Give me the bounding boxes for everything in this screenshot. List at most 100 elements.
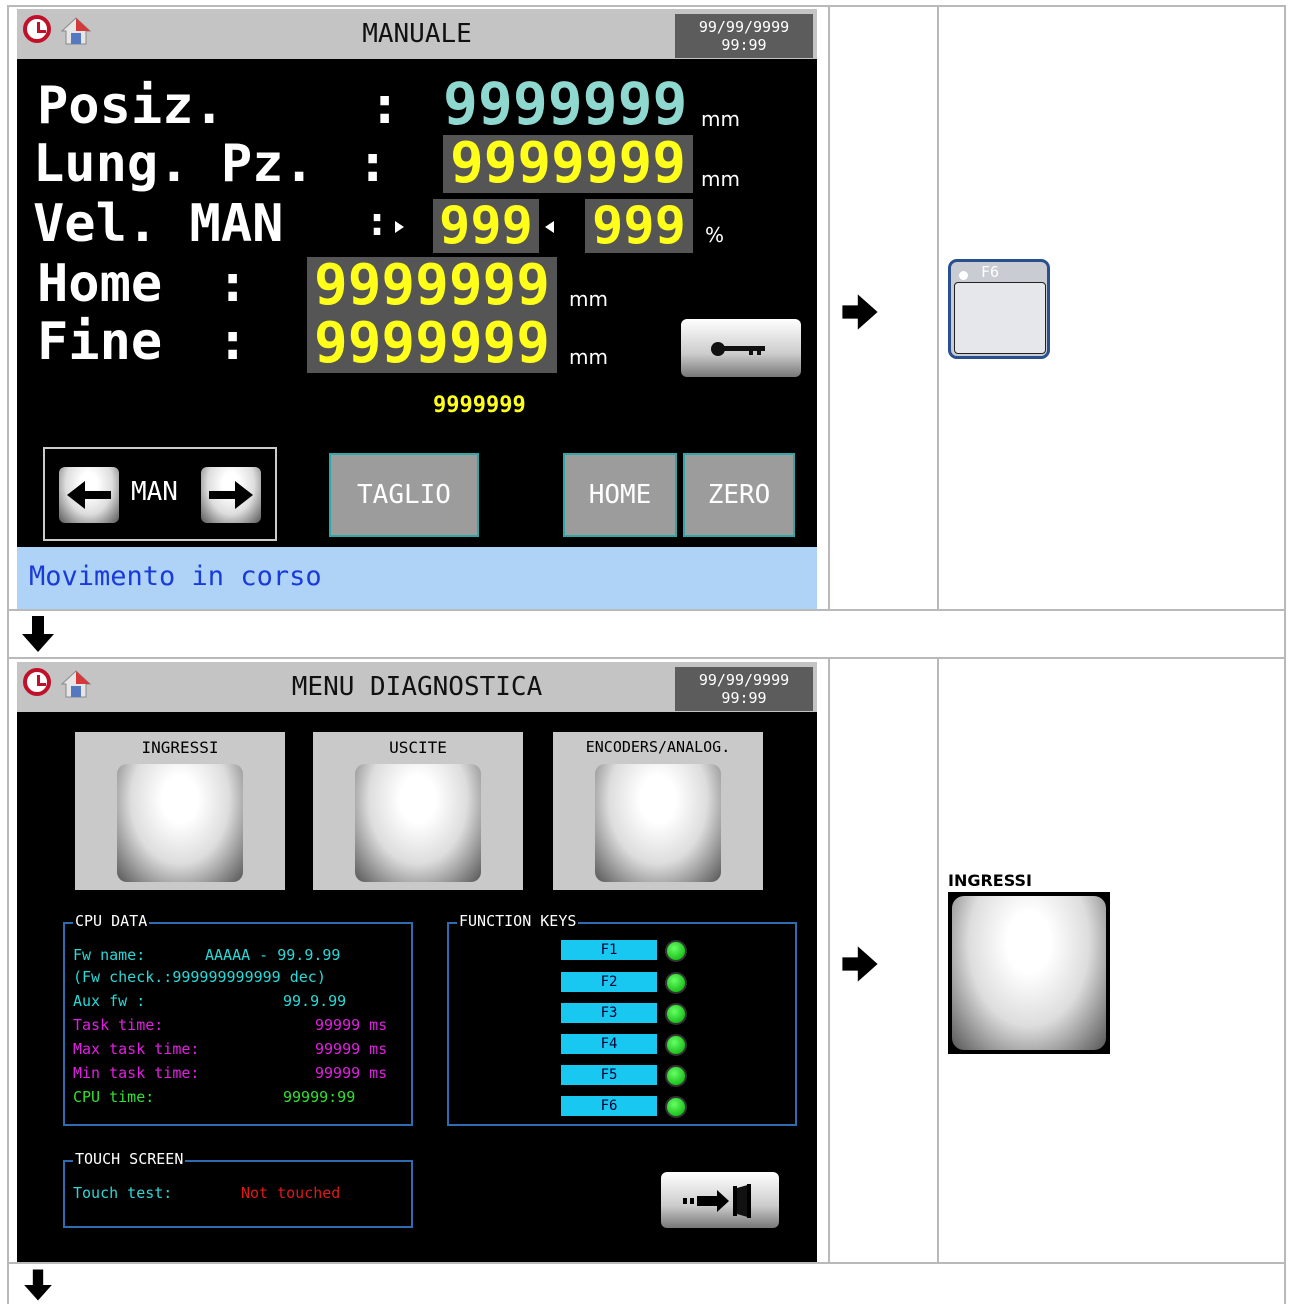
cpu-time-label: CPU time:: [73, 1088, 155, 1106]
position-value: 9999999: [443, 70, 688, 138]
menu-tile-label: USCITE: [389, 738, 447, 757]
length-colon: :: [357, 134, 389, 194]
speed-unit: %: [705, 223, 725, 247]
f3-led-icon: [665, 1003, 687, 1025]
speed-colon: :: [365, 199, 390, 245]
end-unit: mm: [569, 345, 608, 369]
f6-key[interactable]: F6: [948, 259, 1050, 359]
touch-test-value: Not touched: [241, 1184, 341, 1202]
right-arrow-icon: [842, 294, 878, 330]
manual-screen: MANUALE 99/99/9999 99:99 Posiz. : 999999…: [17, 9, 817, 609]
function-key-f5: F5: [561, 1065, 657, 1085]
function-key-f2: F2: [561, 972, 657, 992]
home-colon: :: [217, 254, 249, 314]
touch-test-label: Touch test:: [73, 1184, 173, 1202]
inputs-button-large[interactable]: [952, 896, 1106, 1050]
f4-led-icon: [665, 1034, 687, 1056]
position-label: Posiz.: [37, 76, 225, 136]
result-tile: [948, 892, 1110, 1054]
speed-backward-value[interactable]: 999: [585, 199, 693, 253]
grid-line: [7, 5, 9, 1304]
grid-line: [937, 657, 939, 1264]
manual-label: MAN: [131, 477, 178, 507]
arrow-right-icon: [209, 481, 253, 509]
time-text: 99:99: [721, 36, 767, 54]
zero-button[interactable]: ZERO: [683, 453, 795, 537]
diagnostic-screen: MENU DIAGNOSTICA 99/99/9999 99:99 INGRES…: [17, 662, 817, 1262]
exit-door-icon: [683, 1184, 751, 1218]
grid-line: [1284, 5, 1286, 1304]
min-task-time-value: 99999 ms: [315, 1064, 388, 1082]
grid-line: [937, 5, 939, 611]
jog-right-button[interactable]: [201, 467, 261, 523]
speed-label: Vel. MAN: [33, 194, 284, 254]
fw-name-label: Fw name:: [73, 946, 146, 964]
result-label: INGRESSI: [948, 871, 1033, 890]
task-time-value: 99999 ms: [315, 1016, 388, 1034]
status-text: Movimento in corso: [29, 561, 322, 592]
home-unit: mm: [569, 287, 608, 311]
led-icon: [959, 271, 968, 280]
jog-left-button[interactable]: [59, 467, 119, 523]
length-label: Lung. Pz.: [33, 134, 315, 194]
aux-fw-value: 99.9.99: [283, 992, 347, 1010]
menu-tile-label: INGRESSI: [141, 738, 219, 757]
menu-tile-outputs[interactable]: USCITE: [313, 732, 523, 890]
max-task-time-label: Max task time:: [73, 1040, 200, 1058]
end-colon: :: [217, 312, 249, 372]
home-value[interactable]: 9999999: [307, 257, 557, 315]
position-unit: mm: [701, 107, 740, 131]
aux-fw-label: Aux fw :: [73, 992, 146, 1010]
counter-value: 9999999: [433, 393, 526, 418]
time-text: 99:99: [721, 689, 767, 707]
grid-line: [828, 657, 830, 1264]
f6-key-face: [954, 282, 1046, 354]
function-key-f6: F6: [561, 1096, 657, 1116]
f5-led-icon: [665, 1065, 687, 1087]
position-colon: :: [369, 76, 401, 136]
menu-tile-label: ENCODERS/ANALOG.: [585, 738, 731, 756]
task-time-label: Task time:: [73, 1016, 164, 1034]
touch-screen-title: TOUCH SCREEN: [73, 1150, 186, 1168]
forward-arrow-icon: [395, 221, 404, 233]
exit-button[interactable]: [661, 1172, 779, 1228]
outputs-button[interactable]: [355, 764, 481, 882]
status-bar: Movimento in corso: [17, 547, 817, 609]
inputs-button[interactable]: [117, 764, 243, 882]
cpu-time-value: 99999:99: [283, 1088, 356, 1106]
length-unit: mm: [701, 167, 740, 191]
touch-screen-panel: TOUCH SCREEN Touch test: Not touched: [63, 1150, 413, 1228]
backward-arrow-icon: [545, 221, 554, 233]
cpu-data-title: CPU DATA: [73, 912, 150, 930]
home-button[interactable]: HOME: [563, 453, 677, 537]
menu-tile-encoders[interactable]: ENCODERS/ANALOG.: [553, 732, 763, 890]
date-text: 99/99/9999: [698, 18, 790, 36]
datetime-display: 99/99/9999 99:99: [675, 667, 813, 711]
cut-button[interactable]: TAGLIO: [329, 453, 479, 537]
length-value[interactable]: 9999999: [443, 135, 693, 193]
fw-name-value: AAAAA - 99.9.99: [205, 946, 341, 964]
f6-led-icon: [665, 1096, 687, 1118]
key-button[interactable]: [681, 319, 801, 377]
function-keys-title: FUNCTION KEYS: [457, 912, 579, 930]
menu-tile-inputs[interactable]: INGRESSI: [75, 732, 285, 890]
f6-key-label: F6: [981, 263, 1000, 281]
end-label: Fine: [37, 312, 163, 372]
cpu-data-panel: CPU DATA Fw name: AAAAA - 99.9.99 (Fw ch…: [63, 912, 413, 1126]
end-value[interactable]: 9999999: [307, 315, 557, 373]
fw-check-text: (Fw check.:999999999999 dec): [73, 968, 326, 986]
encoders-button[interactable]: [595, 764, 721, 882]
f1-led-icon: [665, 940, 687, 962]
speed-forward-value[interactable]: 999: [433, 199, 539, 253]
function-key-f4: F4: [561, 1034, 657, 1054]
down-arrow-icon: [22, 616, 54, 652]
grid-line: [828, 5, 830, 611]
home-label: Home: [37, 254, 163, 314]
arrow-left-icon: [67, 481, 111, 509]
function-key-f3: F3: [561, 1003, 657, 1023]
function-key-f1: F1: [561, 940, 657, 960]
grid-line: [7, 657, 1286, 659]
grid-line: [7, 1262, 1286, 1264]
down-arrow-icon: [24, 1269, 52, 1301]
grid-line: [7, 5, 1286, 7]
